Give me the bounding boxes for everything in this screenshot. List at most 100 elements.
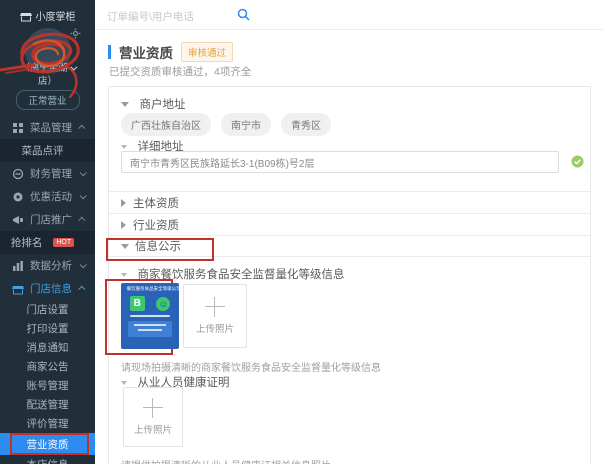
sidebar-item-print-settings[interactable]: 打印设置 xyxy=(0,319,95,338)
search-input[interactable]: 订单编号\用户电话 xyxy=(107,9,194,24)
sidebar-item-store-settings[interactable]: 门店设置 xyxy=(0,300,95,319)
topbar: 订单编号\用户电话 xyxy=(95,0,603,30)
sidebar-item-label: 财务管理 xyxy=(30,166,74,181)
search-icon[interactable] xyxy=(237,8,250,21)
sidebar-item-business-qualification[interactable]: 营业资质 xyxy=(0,433,95,455)
chevron-down-icon xyxy=(80,192,87,199)
gear-icon[interactable] xyxy=(70,28,81,39)
hot-badge: HOT xyxy=(53,238,74,247)
logo-text: 小度掌柜 xyxy=(36,8,76,23)
sidebar-item-notifications[interactable]: 消息通知 xyxy=(0,338,95,357)
upload-label: 上传照片 xyxy=(196,321,234,335)
section-subject-qualification[interactable]: 主体资质 xyxy=(109,191,590,213)
plus-icon xyxy=(205,297,225,317)
chevron-down-icon xyxy=(80,261,87,268)
finance-icon xyxy=(12,168,24,180)
chevron-down-icon xyxy=(80,169,87,176)
sidebar-item-label: 消息通知 xyxy=(27,340,69,355)
section-industry-qualification[interactable]: 行业资质 xyxy=(109,213,590,235)
megaphone-icon xyxy=(12,214,24,226)
store-name-line1: （南宁金湖 xyxy=(20,63,68,74)
caret-down-icon xyxy=(121,244,129,249)
sidebar-item-label: 本店信息 xyxy=(27,457,69,464)
detail-address-input[interactable] xyxy=(121,151,559,173)
sidebar-item-label: 门店推广 xyxy=(30,212,74,227)
sidebar-item-store-info[interactable]: 门店信息 xyxy=(0,277,95,300)
sidebar-item-label: 门店设置 xyxy=(27,302,69,317)
sidebar-item-label: 数据分析 xyxy=(30,258,74,273)
sidebar-item-label: 评价管理 xyxy=(27,416,69,431)
address-tag-province[interactable]: 广西壮族自治区 xyxy=(121,113,211,136)
plus-icon xyxy=(143,398,163,418)
section-info-publicity[interactable]: 信息公示 xyxy=(109,235,590,257)
sidebar-item-label: 营业资质 xyxy=(27,437,69,452)
dish-icon xyxy=(12,122,24,134)
caret-down-icon xyxy=(121,145,127,149)
logo: 小度掌柜 xyxy=(0,0,95,23)
sidebar-item-label: 商家公告 xyxy=(27,359,69,374)
store-name-line2: 店） xyxy=(0,75,95,88)
main-content: 营业资质 审核通过 已提交资质审核通过，4项齐全 商户地址 广西壮族自治区 南宁… xyxy=(95,30,603,464)
chevron-up-icon xyxy=(78,286,85,293)
section-label: 商户地址 xyxy=(139,99,185,111)
health-hint: 请提供拍摄清晰的从业人员健康证相关信息照片 xyxy=(121,457,331,464)
sidebar-item-reviews[interactable]: 评价管理 xyxy=(0,414,95,433)
sidebar: 小度掌柜 （南宁金湖 店） 正常营业 菜品管理 菜品点评 财务管理 xyxy=(0,0,95,464)
sidebar-item-analytics[interactable]: 数据分析 xyxy=(0,254,95,277)
caret-down-icon xyxy=(121,273,127,277)
grade-b-icon: B xyxy=(130,296,145,311)
sidebar-item-label: 打印设置 xyxy=(27,321,69,336)
shop-icon xyxy=(12,283,24,295)
sidebar-item-delivery[interactable]: 配送管理 xyxy=(0,395,95,414)
business-status-button[interactable]: 正常营业 xyxy=(15,90,79,110)
upload-photo-tile-food-safety[interactable]: 上传照片 xyxy=(183,284,247,348)
check-circle-icon xyxy=(571,155,584,168)
sidebar-item-store-promotion[interactable]: 门店推广 xyxy=(0,208,95,231)
section-label: 信息公示 xyxy=(135,238,181,254)
chart-icon xyxy=(12,260,24,272)
sidebar-item-promotions[interactable]: 优惠活动 xyxy=(0,185,95,208)
sidebar-item-dish-reviews[interactable]: 菜品点评 xyxy=(0,139,95,162)
certificate-title: 餐饮服务食品安全等级公示 xyxy=(127,286,174,291)
address-tag-city[interactable]: 南宁市 xyxy=(221,113,271,136)
caret-down-icon xyxy=(121,381,127,385)
sidebar-item-store-news[interactable]: 本店信息 xyxy=(0,455,95,464)
sidebar-item-label: 门店信息 xyxy=(30,281,74,296)
sidebar-item-account[interactable]: 账号管理 xyxy=(0,376,95,395)
upload-photo-tile-health[interactable]: 上传照片 xyxy=(123,387,183,447)
sidebar-nav: 菜品管理 菜品点评 财务管理 优惠活动 门店推广 抢排名 HOT xyxy=(0,116,95,464)
status-badge: 审核通过 xyxy=(181,42,233,62)
certificate-text-bar xyxy=(130,315,170,317)
caret-down-icon xyxy=(121,102,129,107)
certificate-bottom-panel xyxy=(128,321,172,337)
qualification-card: 商户地址 广西壮族自治区 南宁市 青秀区 详细地址 主体资质 xyxy=(108,86,591,464)
sidebar-item-label: 配送管理 xyxy=(27,397,69,412)
smiley-face-icon: ☺ xyxy=(156,297,170,311)
chevron-down-icon xyxy=(70,64,77,71)
section-label: 主体资质 xyxy=(133,195,179,211)
section-merchant-address[interactable]: 商户地址 xyxy=(121,95,185,113)
sidebar-item-finance[interactable]: 财务管理 xyxy=(0,162,95,185)
sidebar-item-label: 优惠活动 xyxy=(30,189,74,204)
promo-icon xyxy=(12,191,24,203)
sidebar-item-label: 菜品管理 xyxy=(30,120,74,135)
food-safety-certificate-thumbnail[interactable]: 餐饮服务食品安全等级公示 B ☺ xyxy=(121,283,179,349)
sidebar-item-announcement[interactable]: 商家公告 xyxy=(0,357,95,376)
page-header: 营业资质 审核通过 xyxy=(108,42,233,62)
sidebar-item-label: 抢排名 xyxy=(11,235,43,250)
sidebar-item-ranking[interactable]: 抢排名 HOT xyxy=(0,231,95,254)
page-title: 营业资质 xyxy=(119,42,173,62)
storefront-logo-icon xyxy=(20,10,32,22)
caret-right-icon xyxy=(121,199,126,207)
address-tag-district[interactable]: 青秀区 xyxy=(281,113,331,136)
sidebar-item-label: 账号管理 xyxy=(27,378,69,393)
upload-label: 上传照片 xyxy=(134,422,172,436)
store-name[interactable]: （南宁金湖 店） xyxy=(0,62,95,88)
app-window: 小度掌柜 （南宁金湖 店） 正常营业 菜品管理 菜品点评 财务管理 xyxy=(0,0,603,464)
sidebar-item-label: 菜品点评 xyxy=(22,143,64,158)
caret-right-icon xyxy=(121,221,126,229)
section-label: 行业资质 xyxy=(133,217,179,233)
sidebar-item-dishes[interactable]: 菜品管理 xyxy=(0,116,95,139)
chevron-up-icon xyxy=(78,217,85,224)
page-subtitle: 已提交资质审核通过，4项齐全 xyxy=(109,64,251,79)
